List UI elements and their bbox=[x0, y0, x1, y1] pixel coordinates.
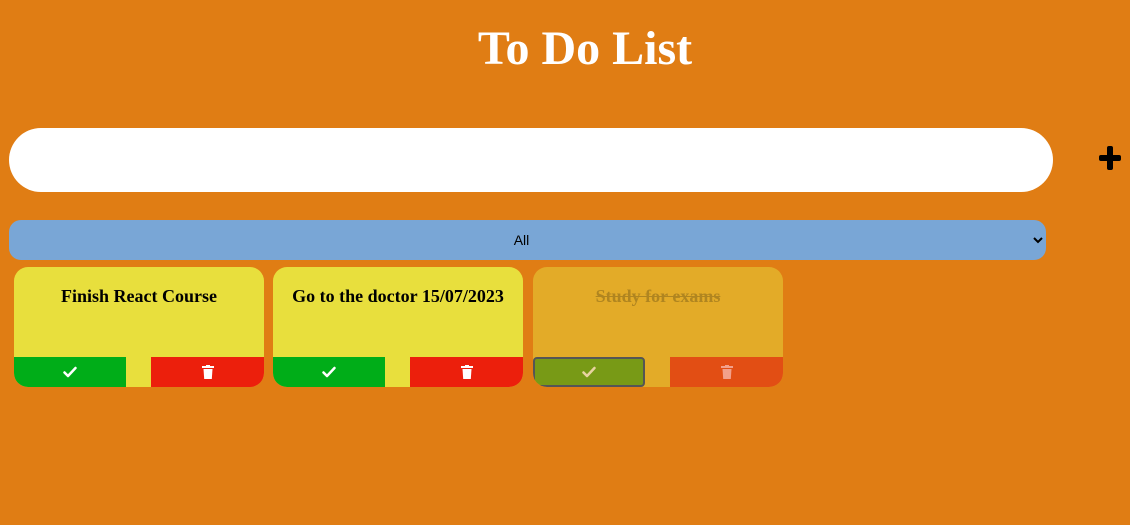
trash-icon bbox=[201, 365, 214, 379]
trash-icon bbox=[720, 365, 733, 379]
todo-card: Go to the doctor 15/07/2023 bbox=[273, 267, 523, 387]
todo-card: Finish React Course bbox=[14, 267, 264, 387]
plus-icon bbox=[1099, 146, 1121, 170]
delete-todo-button[interactable] bbox=[410, 357, 523, 387]
check-icon bbox=[582, 366, 596, 378]
complete-todo-button[interactable] bbox=[273, 357, 385, 387]
todo-text: Study for exams bbox=[595, 286, 721, 306]
todo-text: Go to the doctor 15/07/2023 bbox=[292, 286, 504, 306]
delete-todo-button[interactable] bbox=[151, 357, 264, 387]
complete-todo-button[interactable] bbox=[14, 357, 126, 387]
complete-todo-button[interactable] bbox=[533, 357, 645, 387]
todo-card-completed: Study for exams bbox=[533, 267, 783, 387]
delete-todo-button[interactable] bbox=[670, 357, 783, 387]
check-icon bbox=[322, 366, 336, 378]
page-title: To Do List bbox=[477, 22, 693, 75]
add-todo-button[interactable] bbox=[1096, 142, 1126, 174]
filter-select[interactable]: All bbox=[9, 220, 1046, 260]
todo-text: Finish React Course bbox=[61, 286, 217, 306]
new-todo-input[interactable] bbox=[9, 128, 1053, 192]
check-icon bbox=[63, 366, 77, 378]
trash-icon bbox=[460, 365, 473, 379]
